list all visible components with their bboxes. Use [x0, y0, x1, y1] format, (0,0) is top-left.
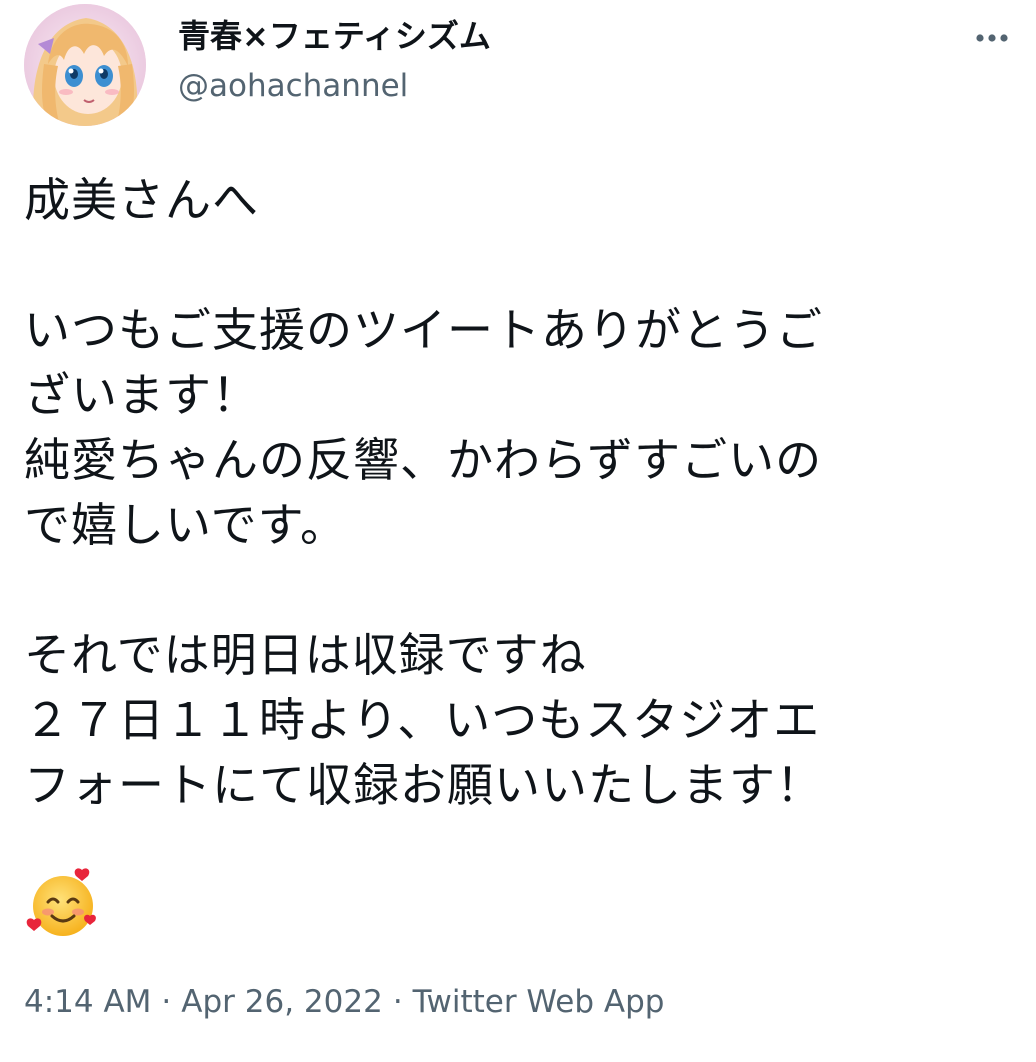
tweet-time[interactable]: 4:14 AM — [24, 984, 151, 1020]
tweet-date[interactable]: Apr 26, 2022 — [181, 984, 383, 1020]
avatar[interactable] — [24, 4, 146, 126]
meta-separator: · — [392, 984, 403, 1020]
tweet-line: 成美さんへ — [24, 173, 259, 227]
display-name[interactable]: 青春×フェティシズム — [178, 16, 491, 56]
tweet-line: で嬉しいです。 — [24, 498, 348, 552]
tweet-header: 青春×フェティシズム @aohachannel — [24, 0, 1014, 134]
tweet-source-link[interactable]: Twitter Web App — [413, 984, 665, 1020]
tweet-line: フォートにて収録お願いいたします！ — [24, 758, 823, 812]
tweet-line: それでは明日は収録ですね — [24, 628, 587, 682]
tweet-line: 純愛ちゃんの反響、かわらずすごいの — [24, 433, 823, 487]
tweet-line: いつもご支援のツイートありがとうご — [24, 303, 823, 357]
tweet-line: ざいます！ — [24, 368, 259, 422]
more-dots-icon — [976, 34, 1008, 42]
meta-separator: · — [161, 984, 172, 1020]
user-handle[interactable]: @aohachannel — [178, 66, 408, 106]
tweet-meta: 4:14 AM · Apr 26, 2022 · Twitter Web App — [24, 980, 664, 1024]
smiling-face-with-hearts-icon — [26, 866, 100, 940]
tweet-line: ２７日１１時より、いつもスタジオエ — [24, 693, 821, 747]
tweet-text: 成美さんへ いつもご支援のツイートありがとうご ざいます！ 純愛ちゃんの反響、か… — [24, 168, 1014, 818]
more-button[interactable] — [970, 16, 1014, 60]
avatar-anime-girl-icon — [24, 4, 146, 126]
